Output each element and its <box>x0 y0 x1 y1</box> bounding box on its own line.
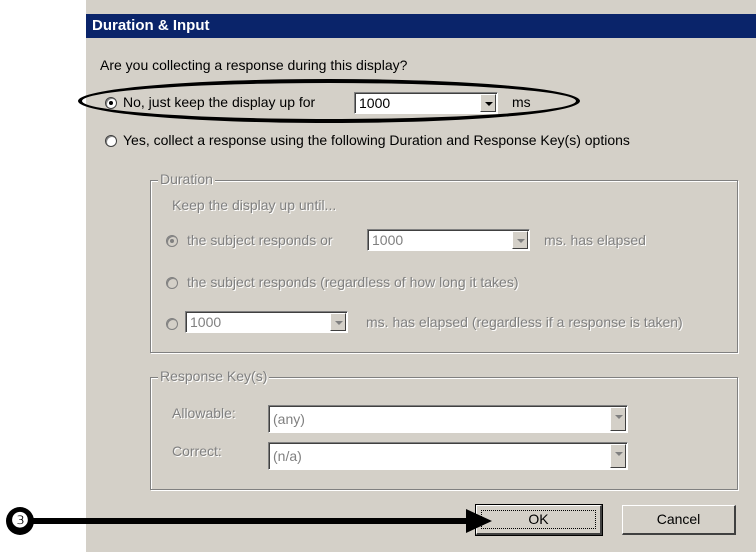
chevron-down-icon[interactable] <box>610 444 626 468</box>
correct-combo[interactable]: (n/a) <box>268 442 628 470</box>
correct-label: Correct: <box>172 443 222 459</box>
dialog-titlebar[interactable]: Duration & Input <box>86 14 756 38</box>
allowable-value: (any) <box>273 411 305 427</box>
opt3-ms-value: 1000 <box>190 314 222 330</box>
radio-elapsed-regardless[interactable] <box>166 318 178 330</box>
pointer-arrow-line <box>30 518 470 524</box>
chevron-down-icon[interactable] <box>512 231 528 249</box>
step-number: ❸ <box>11 510 29 532</box>
chevron-down-icon[interactable] <box>330 313 346 331</box>
cancel-button-label: Cancel <box>656 511 701 527</box>
allowable-combo[interactable]: (any) <box>268 405 628 433</box>
radio-responds-or-elapsed[interactable] <box>166 235 178 247</box>
opt1-suffix: ms. has elapsed <box>544 232 646 248</box>
chevron-down-icon[interactable] <box>610 407 626 431</box>
ok-button[interactable]: OK <box>475 504 603 536</box>
radio-yes-collect-response[interactable] <box>105 135 117 147</box>
pointer-arrow-head-icon <box>466 509 492 533</box>
duration-intro: Keep the display up until... <box>172 197 337 213</box>
question-label: Are you collecting a response during thi… <box>100 57 408 73</box>
option-yes-label: Yes, collect a response using the follow… <box>123 132 630 148</box>
opt3-ms-combo[interactable]: 1000 <box>185 311 348 333</box>
cancel-button[interactable]: Cancel <box>622 505 736 535</box>
radio-responds-regardless[interactable] <box>166 277 178 289</box>
opt1-label: the subject responds or <box>187 232 333 248</box>
opt2-label: the subject responds (regardless of how … <box>187 274 519 290</box>
opt1-ms-value: 1000 <box>372 232 404 248</box>
opt3-suffix: ms. has elapsed (regardless if a respons… <box>366 314 683 330</box>
opt1-ms-combo[interactable]: 1000 <box>367 229 530 251</box>
response-keys-legend: Response Key(s) <box>158 368 270 384</box>
highlight-ellipse <box>78 79 580 123</box>
correct-value: (n/a) <box>273 448 302 464</box>
allowable-label: Allowable: <box>172 405 236 421</box>
radio-dot-icon <box>170 239 174 243</box>
response-keys-groupbox <box>150 377 738 490</box>
duration-legend: Duration <box>158 171 215 187</box>
focus-rect <box>481 510 596 529</box>
step-number-badge: ❸ <box>6 507 34 535</box>
dialog-title: Duration & Input <box>92 17 210 34</box>
